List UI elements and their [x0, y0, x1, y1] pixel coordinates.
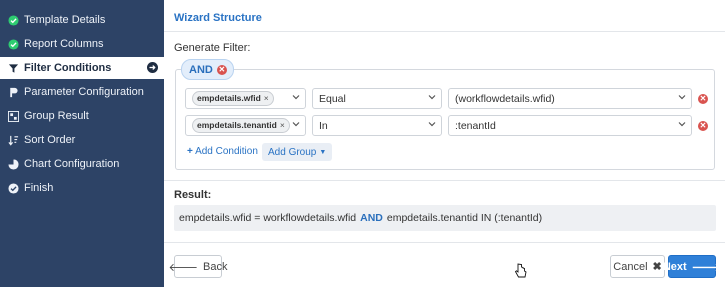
result-operator: AND: [360, 212, 383, 224]
remove-tag-icon[interactable]: ×: [264, 93, 269, 103]
sidebar-item-group-result[interactable]: Group Result: [0, 105, 164, 127]
next-label: Next: [662, 260, 687, 273]
pie-chart-icon: [7, 158, 19, 170]
result-part-1: empdetails.wfid = workflowdetails.wfid: [179, 212, 357, 224]
field-tag: empdetails.tenantid ×: [192, 118, 290, 133]
result-label: Result:: [174, 189, 212, 201]
condition-1-field-select[interactable]: empdetails.wfid ×: [185, 88, 306, 109]
plus-icon: +: [187, 146, 193, 157]
back-button[interactable]: 🡐 Back: [169, 255, 227, 278]
field-tag-label: empdetails.tenantid: [197, 120, 277, 130]
field-tag: empdetails.wfid ×: [192, 91, 274, 106]
condition-1-operator-select[interactable]: Equal: [312, 88, 442, 109]
result-expression: empdetails.wfid = workflowdetails.wfid A…: [174, 205, 716, 231]
filter-icon: [7, 62, 19, 74]
remove-tag-icon[interactable]: ×: [280, 120, 285, 130]
sidebar-item-label: Filter Conditions: [24, 62, 112, 74]
group-operator-toggle[interactable]: AND ✕: [181, 59, 234, 80]
check-circle-icon: [7, 14, 19, 26]
divider: [164, 31, 725, 32]
close-icon: ✖: [652, 261, 662, 273]
sidebar-item-parameter-configuration[interactable]: Parameter Configuration: [0, 81, 164, 103]
cancel-button[interactable]: Cancel ✖: [610, 255, 665, 278]
back-label: Back: [203, 260, 228, 273]
operator-value: Equal: [319, 92, 346, 105]
chevron-down-icon: [428, 93, 436, 101]
divider: [164, 180, 725, 181]
check-circle-icon: [7, 182, 19, 194]
chevron-down-icon: [678, 93, 686, 101]
main-panel: Wizard Structure Generate Filter: AND ✕ …: [164, 0, 725, 287]
generate-filter-label: Generate Filter:: [174, 42, 251, 54]
arrow-right-icon: 🡒: [691, 261, 722, 274]
mouse-cursor-icon: [514, 263, 527, 278]
add-group-label: Add Group: [268, 146, 317, 158]
add-condition-label: Add Condition: [195, 146, 258, 157]
sidebar-item-filter-conditions[interactable]: Filter Conditions ➜: [0, 57, 164, 79]
sidebar-item-label: Chart Configuration: [24, 158, 120, 170]
next-button[interactable]: Next 🡒: [663, 255, 721, 278]
chevron-down-icon: [678, 120, 686, 128]
condition-2-value-select[interactable]: :tenantId: [448, 115, 692, 136]
sidebar-item-report-columns[interactable]: Report Columns: [0, 33, 164, 55]
sort-icon: [7, 134, 19, 146]
add-condition-button[interactable]: + Add Condition: [187, 146, 258, 157]
condition-value: :tenantId: [455, 119, 496, 132]
condition-2-operator-select[interactable]: In: [312, 115, 442, 136]
delete-condition-icon[interactable]: ✕: [698, 121, 708, 131]
sidebar-item-label: Report Columns: [24, 38, 104, 50]
chevron-down-icon: [292, 93, 300, 101]
caret-down-icon: ▼: [319, 148, 327, 156]
condition-value: (workflowdetails.wfid): [455, 92, 555, 105]
group-operator-label: AND: [189, 63, 213, 76]
group-icon: [7, 110, 19, 122]
result-part-2: empdetails.tenantid IN (:tenantId): [386, 212, 543, 224]
add-group-dropdown[interactable]: Add Group ▼: [262, 143, 333, 161]
sidebar-item-label: Sort Order: [24, 134, 76, 146]
divider: [164, 242, 725, 243]
check-circle-icon: [7, 38, 19, 50]
cancel-label: Cancel: [613, 260, 648, 273]
operator-value: In: [319, 119, 328, 132]
sidebar-item-label: Finish: [24, 182, 54, 194]
condition-1-value-select[interactable]: (workflowdetails.wfid): [448, 88, 692, 109]
arrow-left-icon: 🡐: [168, 261, 199, 274]
sidebar-item-label: Group Result: [24, 110, 89, 122]
chevron-down-icon: [292, 120, 300, 128]
delete-condition-icon[interactable]: ✕: [698, 94, 708, 104]
sidebar-item-label: Template Details: [24, 14, 106, 26]
chevron-down-icon: [428, 120, 436, 128]
condition-2-field-select[interactable]: empdetails.tenantid ×: [185, 115, 306, 136]
parameter-icon: [7, 86, 19, 98]
wizard-window: Template Details Report Columns Filter C…: [0, 0, 725, 287]
sidebar-item-chart-configuration[interactable]: Chart Configuration: [0, 153, 164, 175]
sidebar-item-sort-order[interactable]: Sort Order: [0, 129, 164, 151]
field-tag-label: empdetails.wfid: [197, 93, 261, 103]
sidebar-item-finish[interactable]: Finish: [0, 177, 164, 199]
remove-group-icon[interactable]: ✕: [216, 64, 227, 75]
page-title: Wizard Structure: [174, 12, 262, 24]
wizard-sidebar: Template Details Report Columns Filter C…: [0, 0, 164, 287]
sidebar-item-label: Parameter Configuration: [24, 86, 144, 98]
sidebar-item-template-details[interactable]: Template Details: [0, 9, 164, 31]
arrow-right-circle-icon: ➜: [147, 62, 158, 73]
